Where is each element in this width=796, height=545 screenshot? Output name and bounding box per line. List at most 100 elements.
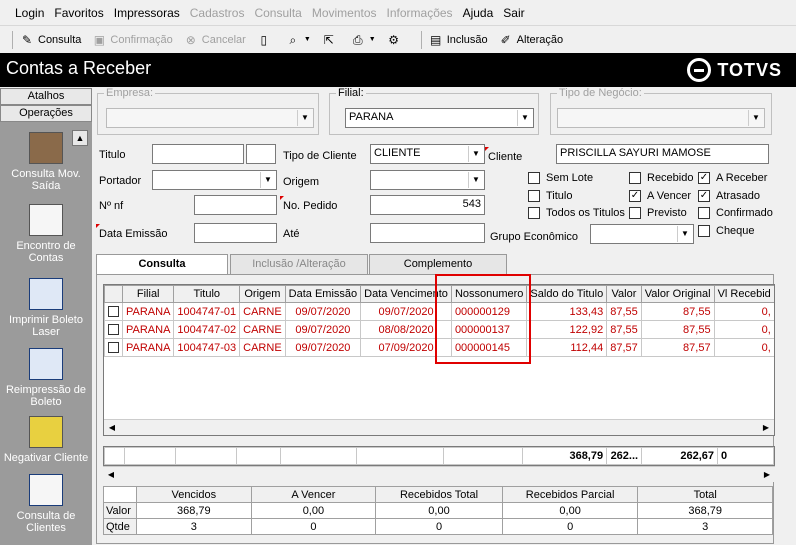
- grid-cell: 1004747-03: [173, 338, 241, 357]
- export-button[interactable]: ⇱: [321, 32, 340, 48]
- titulo-parcela-input[interactable]: [246, 144, 276, 164]
- tab-consulta[interactable]: Consulta: [96, 254, 228, 275]
- checkbox-titulo[interactable]: Titulo: [528, 190, 573, 202]
- tipo-cliente-select[interactable]: CLIENTE ▼: [370, 144, 485, 164]
- empty-cell: [174, 375, 240, 393]
- sidebar-item-consulta-mov-saida[interactable]: Consulta Mov. Saída: [0, 132, 92, 192]
- grid-column-header[interactable]: Vl Recebid: [713, 285, 774, 303]
- tipo-negocio-select[interactable]: ▼: [557, 108, 765, 128]
- summary-cell: 368,79: [135, 502, 252, 519]
- tipo-negocio-label: Tipo de Negócio:: [557, 87, 644, 99]
- tipo-cliente-label: Tipo de Cliente: [283, 150, 357, 162]
- grid-cell: PARANA: [121, 338, 175, 357]
- grid-column-header[interactable]: [104, 285, 123, 303]
- checkbox-confirmado[interactable]: Confirmado: [698, 207, 773, 219]
- origem-label: Origem: [283, 176, 320, 188]
- search-button[interactable]: ⌕ ▼: [285, 32, 310, 48]
- checkbox-a-receber[interactable]: ✓ A Receber: [698, 172, 767, 184]
- empty-cell: [123, 393, 174, 411]
- scroll-right-icon[interactable]: ▶: [758, 420, 774, 435]
- scroll-right-icon[interactable]: ▶: [759, 467, 775, 482]
- new-document-icon: ▯: [260, 32, 268, 47]
- checkbox-todos-titulos[interactable]: Todos os Titulos: [528, 207, 625, 219]
- alteracao-button[interactable]: ✐ Alteração: [498, 32, 564, 48]
- grid-cell: CARNE: [239, 320, 286, 339]
- ate-input[interactable]: [370, 223, 485, 243]
- inclusao-label: Inclusão: [446, 33, 488, 46]
- menu-consulta[interactable]: Consulta: [254, 6, 301, 20]
- grid-column-header[interactable]: Saldo do Titulo: [526, 285, 608, 303]
- filial-group: Filial: PARANA ▼: [329, 87, 539, 135]
- confirmacao-button[interactable]: ▣ Confirmação: [91, 32, 173, 48]
- new-document-button[interactable]: ▯: [256, 32, 275, 48]
- sidebar-item-negativar-cliente[interactable]: Negativar Cliente: [0, 416, 92, 464]
- chevron-down-icon: ▼: [260, 172, 275, 188]
- totals-saldo: 368,79: [522, 447, 608, 465]
- operacoes-button[interactable]: Operações: [0, 105, 92, 122]
- totals-hscrollbar[interactable]: ◀ ▶: [103, 466, 775, 482]
- sidebar-item-consulta-clientes[interactable]: Consulta de Clientes: [0, 474, 92, 534]
- row-checkbox[interactable]: [104, 338, 123, 357]
- scroll-left-icon[interactable]: ◀: [104, 420, 120, 435]
- summary-panel: Vencidos A Vencer Recebidos Total Recebi…: [103, 486, 773, 535]
- scroll-left-icon[interactable]: ◀: [103, 467, 119, 482]
- empresa-select[interactable]: ▼: [106, 108, 314, 128]
- cliente-input[interactable]: PRISCILLA SAYURI MAMOSE: [556, 144, 769, 164]
- consulta-button[interactable]: ✎ Consulta: [19, 32, 81, 48]
- grid-column-header[interactable]: Valor: [606, 285, 642, 303]
- menu-favoritos[interactable]: Favoritos: [54, 6, 103, 20]
- checkbox-a-vencer[interactable]: ✓ A Vencer: [629, 190, 691, 202]
- grid-cell: CARNE: [239, 338, 286, 357]
- data-emissao-input[interactable]: [194, 223, 277, 243]
- grid-column-header[interactable]: Titulo: [173, 285, 241, 303]
- checkbox-recebido[interactable]: Recebido: [629, 172, 693, 184]
- cancelar-label: Cancelar: [201, 33, 246, 46]
- checkbox-label: Cheque: [716, 225, 755, 237]
- checkbox-cheque[interactable]: Cheque: [698, 225, 755, 237]
- grid-cell: 09/07/2020: [284, 338, 362, 357]
- empresa-label: Empresa:: [104, 87, 156, 99]
- totals-cell: [104, 447, 125, 465]
- menu-impressoras[interactable]: Impressoras: [114, 6, 180, 20]
- grid-cell: PARANA: [121, 320, 175, 339]
- menu-informacoes[interactable]: Informações: [387, 6, 453, 20]
- titulo-label: Titulo: [99, 149, 126, 161]
- checkbox-atrasado[interactable]: ✓ Atrasado: [698, 190, 760, 202]
- row-checkbox[interactable]: [104, 320, 123, 339]
- menu-ajuda[interactable]: Ajuda: [463, 6, 494, 20]
- atalhos-button[interactable]: Atalhos: [0, 88, 92, 105]
- pedido-label: No. Pedido: [279, 196, 338, 212]
- grid-column-header[interactable]: Filial: [121, 285, 175, 303]
- menu-sair[interactable]: Sair: [503, 6, 524, 20]
- inclusao-button[interactable]: ▤ Inclusão: [428, 32, 488, 48]
- grid-column-header[interactable]: Data Emissão: [284, 285, 362, 303]
- menu-cadastros[interactable]: Cadastros: [190, 6, 245, 20]
- client-card-icon: [29, 474, 63, 506]
- origem-select[interactable]: ▼: [370, 170, 485, 190]
- titulo-input[interactable]: [152, 144, 244, 164]
- menu-login[interactable]: Login: [15, 6, 44, 20]
- summary-cell: 3: [135, 518, 252, 535]
- grid-hscrollbar[interactable]: ◀ ▶: [104, 419, 774, 435]
- grupo-economico-select[interactable]: ▼: [590, 224, 694, 244]
- print-button[interactable]: ⎙ ▼: [350, 32, 376, 48]
- portador-select[interactable]: ▼: [152, 170, 277, 190]
- sidebar-item-imprimir-boleto[interactable]: Imprimir Boleto Laser: [0, 278, 92, 338]
- nnf-input[interactable]: [194, 195, 277, 215]
- checkbox-previsto[interactable]: Previsto: [629, 207, 687, 219]
- filial-select[interactable]: PARANA ▼: [345, 108, 534, 128]
- tab-inclusao-alteracao[interactable]: Inclusão /Alteração: [230, 254, 368, 274]
- checkbox-sem-lote[interactable]: Sem Lote: [528, 172, 593, 184]
- config-button[interactable]: ⚙: [386, 32, 405, 48]
- checkbox-box: [629, 207, 641, 219]
- grid-column-header[interactable]: Valor Original: [640, 285, 715, 303]
- menu-movimentos[interactable]: Movimentos: [312, 6, 377, 20]
- menu-bar: Login Favoritos Impressoras Cadastros Co…: [0, 0, 796, 26]
- pedido-input[interactable]: 543: [370, 195, 485, 215]
- grid-column-header[interactable]: Origem: [239, 285, 286, 303]
- sidebar-item-reimpressao-boleto[interactable]: Reimpressão de Boleto: [0, 348, 92, 408]
- tab-complemento[interactable]: Complemento: [369, 254, 507, 274]
- cancelar-button[interactable]: ⊗ Cancelar: [183, 32, 246, 48]
- row-checkbox[interactable]: [104, 302, 123, 321]
- sidebar-item-encontro-contas[interactable]: Encontro de Contas: [0, 204, 92, 264]
